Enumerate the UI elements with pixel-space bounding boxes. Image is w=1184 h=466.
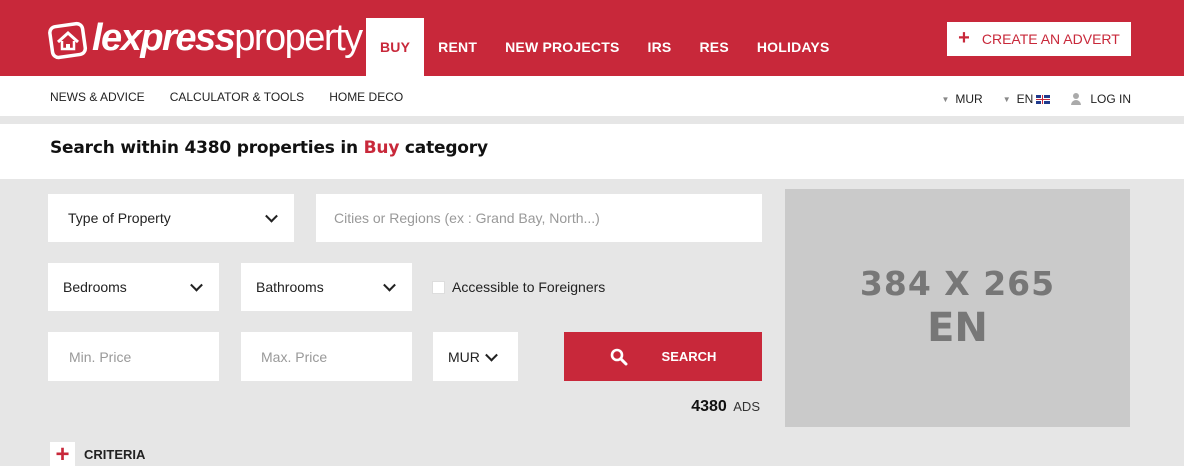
house-logo-icon [48, 21, 88, 60]
property-type-label: Type of Property [68, 210, 171, 226]
bedrooms-label: Bedrooms [63, 279, 127, 295]
ads-count: 4380 ADS [691, 398, 760, 416]
min-price-field[interactable] [48, 332, 219, 381]
secondary-nav-bar: NEWS & ADVICE CALCULATOR & TOOLS HOME DE… [0, 76, 1184, 120]
nav-calculator-tools[interactable]: CALCULATOR & TOOLS [170, 90, 305, 104]
search-title-bar: Search within 4380 properties in Buy cat… [0, 124, 1184, 179]
currency-label: MUR [955, 92, 983, 106]
ad-lang-text: EN [927, 304, 988, 351]
location-field[interactable] [316, 194, 762, 242]
login-label: LOG IN [1090, 92, 1131, 106]
language-selector[interactable]: ▼ EN [1003, 92, 1051, 106]
top-header: lexpressproperty BUY RENT NEW PROJECTS I… [0, 0, 1184, 76]
create-advert-label: CREATE AN ADVERT [981, 31, 1120, 47]
page-title: Search within 4380 properties in Buy cat… [50, 138, 488, 158]
search-label: SEARCH [661, 349, 717, 364]
chevron-down-icon [383, 278, 396, 292]
price-currency-label: MUR [448, 348, 480, 365]
create-advert-button[interactable]: + CREATE AN ADVERT [947, 22, 1131, 56]
price-currency-select[interactable]: MUR [433, 332, 518, 381]
user-controls: ▼ MUR ▼ EN LOG IN [921, 92, 1131, 106]
chevron-down-icon [265, 209, 278, 223]
ad-size-text: 384 X 265 [859, 264, 1056, 304]
magnifier-icon [610, 348, 628, 365]
site-logo[interactable]: lexpressproperty [48, 16, 363, 64]
nav-holidays[interactable]: HOLIDAYS [743, 18, 844, 76]
nav-new-projects[interactable]: NEW PROJECTS [491, 18, 633, 76]
caret-down-icon: ▼ [1002, 94, 1011, 104]
min-price-input[interactable] [69, 348, 219, 365]
bedrooms-select[interactable]: Bedrooms [48, 263, 219, 311]
criteria-toggle[interactable]: + CRITERIA [50, 442, 145, 466]
foreigners-label: Accessible to Foreigners [452, 279, 606, 295]
nav-buy[interactable]: BUY [366, 18, 425, 76]
category-name: Buy [363, 138, 400, 158]
nav-res[interactable]: RES [685, 18, 742, 76]
bathrooms-select[interactable]: Bathrooms [241, 263, 412, 311]
login-link[interactable]: LOG IN [1070, 92, 1131, 106]
search-button[interactable]: SEARCH [564, 332, 762, 381]
chevron-down-icon [190, 278, 203, 292]
secondary-nav: NEWS & ADVICE CALCULATOR & TOOLS HOME DE… [50, 90, 428, 104]
location-input[interactable] [334, 210, 762, 226]
nav-irs[interactable]: IRS [634, 18, 686, 76]
ads-count-number: 4380 [691, 398, 727, 415]
chevron-down-icon [485, 348, 498, 362]
main-nav: BUY RENT NEW PROJECTS IRS RES HOLIDAYS [366, 18, 844, 76]
nav-rent[interactable]: RENT [424, 18, 491, 76]
plus-icon: + [958, 27, 970, 49]
uk-flag-icon [1036, 94, 1051, 104]
ad-placeholder[interactable]: 384 X 265 EN [785, 189, 1130, 427]
property-type-select[interactable]: Type of Property [48, 194, 294, 242]
plus-icon: + [50, 442, 75, 466]
currency-selector[interactable]: ▼ MUR [941, 92, 982, 106]
bathrooms-label: Bathrooms [256, 279, 324, 295]
foreigners-checkbox[interactable] [432, 280, 445, 294]
criteria-label: CRITERIA [84, 447, 146, 462]
foreigners-checkbox-row[interactable]: Accessible to Foreigners [432, 279, 605, 295]
nav-news-advice[interactable]: NEWS & ADVICE [50, 90, 145, 104]
logo-wordmark: lexpressproperty [92, 17, 363, 59]
user-icon [1070, 93, 1082, 105]
caret-down-icon: ▼ [941, 94, 950, 104]
nav-home-deco[interactable]: HOME DECO [329, 90, 403, 104]
max-price-input[interactable] [261, 348, 412, 365]
ads-count-label: ADS [733, 399, 760, 414]
max-price-field[interactable] [241, 332, 412, 381]
language-label: EN [1016, 92, 1034, 106]
